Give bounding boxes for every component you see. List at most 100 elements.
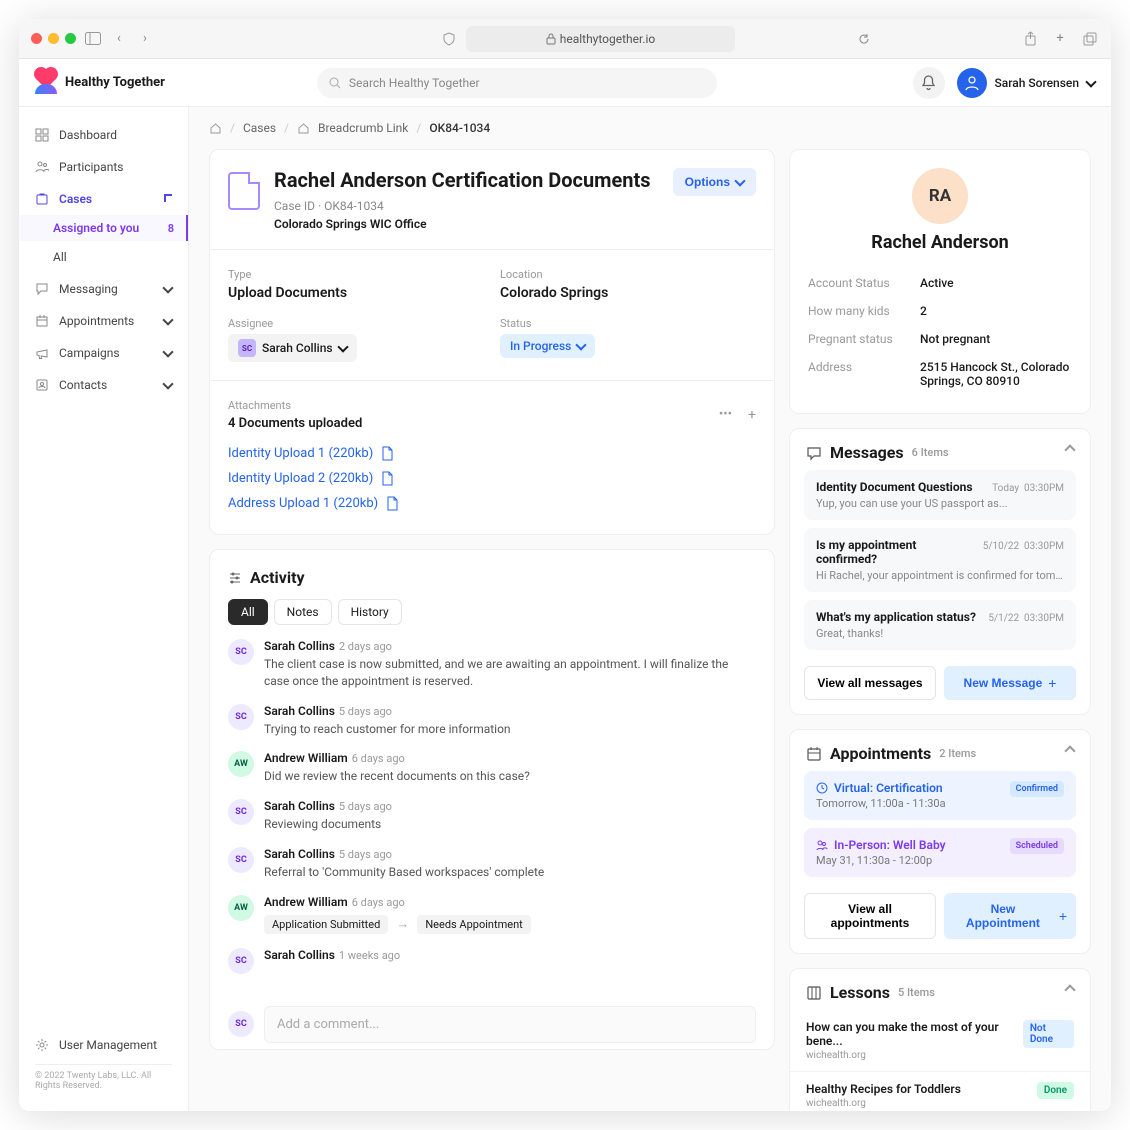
activity-author: Sarah Collins bbox=[264, 799, 335, 813]
reload-icon[interactable] bbox=[858, 33, 870, 45]
view-all-messages-button[interactable]: View all messages bbox=[804, 666, 936, 700]
tab-all[interactable]: All bbox=[228, 599, 268, 625]
user-menu[interactable]: Sarah Sorensen bbox=[957, 68, 1095, 98]
sidebar-item-contacts[interactable]: Contacts bbox=[19, 369, 188, 401]
plus-icon: + bbox=[1048, 675, 1056, 691]
collapse-button[interactable] bbox=[1066, 445, 1074, 460]
attachment-link[interactable]: Identity Upload 1 (220kb) bbox=[228, 441, 756, 466]
activity-avatar: SC bbox=[228, 639, 254, 665]
tab-history[interactable]: History bbox=[338, 599, 402, 625]
new-message-button[interactable]: New Message + bbox=[944, 666, 1076, 700]
sidebar-item-appointments[interactable]: Appointments bbox=[19, 305, 188, 337]
options-button[interactable]: Options bbox=[673, 168, 756, 196]
new-appointment-button[interactable]: New Appointment + bbox=[944, 893, 1076, 939]
back-icon[interactable]: ‹ bbox=[110, 30, 128, 48]
share-icon[interactable] bbox=[1021, 30, 1039, 48]
appointment-type-icon bbox=[816, 839, 828, 851]
sidebar-item-messaging[interactable]: Messaging bbox=[19, 273, 188, 305]
close-window-icon[interactable] bbox=[31, 33, 42, 44]
tabs-icon[interactable] bbox=[1081, 30, 1099, 48]
sidebar-item-cases[interactable]: Cases bbox=[19, 183, 188, 215]
appointment-item[interactable]: Virtual: Certification Tomorrow, 11:00a … bbox=[804, 771, 1076, 820]
comment-input[interactable]: Add a comment... bbox=[264, 1006, 756, 1043]
message-item[interactable]: Is my appointment confirmed? 5/10/22 03:… bbox=[804, 528, 1076, 592]
message-title: What's my application status? bbox=[816, 610, 976, 624]
activity-time: 6 days ago bbox=[352, 752, 405, 765]
main-content: / Cases / Breadcrumb Link / OK84-1034 bbox=[189, 107, 1111, 1111]
dashboard-icon bbox=[35, 128, 49, 142]
appointments-count: 2 Items bbox=[939, 747, 976, 760]
message-date: 5/1/22 03:30PM bbox=[988, 613, 1064, 624]
sidebar-toggle-icon[interactable] bbox=[84, 30, 102, 48]
breadcrumb-link[interactable]: Breadcrumb Link bbox=[318, 121, 408, 135]
breadcrumb: / Cases / Breadcrumb Link / OK84-1034 bbox=[189, 107, 1111, 149]
new-tab-icon[interactable]: + bbox=[1051, 30, 1069, 48]
attachment-link[interactable]: Identity Upload 2 (220kb) bbox=[228, 466, 756, 491]
calendar-icon bbox=[806, 746, 822, 762]
message-item[interactable]: Identity Document Questions Today 03:30P… bbox=[804, 470, 1076, 520]
sidebar-item-user-management[interactable]: User Management bbox=[35, 1032, 172, 1058]
notifications-button[interactable] bbox=[913, 67, 945, 99]
search-placeholder: Search Healthy Together bbox=[349, 76, 480, 90]
sidebar-item-label: Dashboard bbox=[59, 128, 117, 142]
maximize-window-icon[interactable] bbox=[65, 33, 76, 44]
activity-title: Activity bbox=[250, 568, 305, 587]
lesson-title: Healthy Recipes for Toddlers bbox=[806, 1082, 961, 1096]
activity-time: 1 weeks ago bbox=[339, 949, 400, 962]
chevron-down-icon bbox=[162, 346, 173, 357]
info-value: 2515 Hancock St., Colorado Springs, CO 8… bbox=[920, 360, 1072, 388]
home-icon[interactable] bbox=[209, 122, 222, 135]
lesson-item[interactable]: How can you make the most of your bene..… bbox=[790, 1010, 1090, 1072]
message-date: 5/10/22 03:30PM bbox=[983, 541, 1064, 552]
case-id-label: Case ID bbox=[274, 199, 315, 213]
lesson-source: wichealth.org bbox=[806, 1050, 1013, 1061]
message-title: Identity Document Questions bbox=[816, 480, 973, 494]
url-bar[interactable]: healthytogether.io bbox=[466, 26, 736, 52]
status-chip[interactable]: In Progress bbox=[500, 334, 595, 358]
sidebar-item-dashboard[interactable]: Dashboard bbox=[19, 119, 188, 151]
location-label: Location bbox=[500, 268, 756, 281]
profile-avatar: RA bbox=[912, 168, 968, 224]
info-key: Address bbox=[808, 360, 908, 388]
minimize-window-icon[interactable] bbox=[48, 33, 59, 44]
copyright-text: © 2022 Twenty Labs, LLC. All Rights Rese… bbox=[35, 1071, 172, 1091]
forward-icon[interactable]: › bbox=[136, 30, 154, 48]
chevron-down-icon bbox=[162, 314, 173, 325]
appointment-item[interactable]: In-Person: Well Baby May 31, 11:30a - 12… bbox=[804, 828, 1076, 877]
sidebar-subitem-assigned[interactable]: Assigned to you 8 bbox=[19, 215, 188, 241]
appointment-title: In-Person: Well Baby bbox=[816, 838, 946, 852]
profile-card: RA Rachel Anderson Account StatusActiveH… bbox=[789, 149, 1091, 414]
collapse-button[interactable] bbox=[1066, 985, 1074, 1000]
sidebar-subitem-all[interactable]: All bbox=[19, 241, 188, 273]
search-input[interactable]: Search Healthy Together bbox=[317, 68, 717, 98]
activity-icon bbox=[228, 571, 242, 585]
collapse-button[interactable] bbox=[1066, 746, 1074, 761]
appointments-title: Appointments bbox=[830, 744, 931, 763]
message-item[interactable]: What's my application status? 5/1/22 03:… bbox=[804, 600, 1076, 650]
attachment-name: Identity Upload 1 (220kb) bbox=[228, 446, 373, 461]
document-icon bbox=[228, 172, 260, 210]
view-all-appointments-button[interactable]: View all appointments bbox=[804, 893, 936, 939]
activity-body: Referral to 'Community Based workspaces'… bbox=[264, 864, 756, 881]
sidebar-item-campaigns[interactable]: Campaigns bbox=[19, 337, 188, 369]
appointment-status-badge: Confirmed bbox=[1010, 781, 1064, 797]
activity-card: Activity All Notes History SC Sarah Coll… bbox=[209, 549, 775, 1050]
location-value: Colorado Springs bbox=[500, 285, 756, 301]
logo[interactable]: Healthy Together bbox=[35, 72, 165, 94]
more-icon[interactable]: ••• bbox=[719, 407, 732, 423]
traffic-lights bbox=[31, 33, 76, 44]
add-attachment-button[interactable]: + bbox=[748, 407, 756, 423]
lesson-item[interactable]: Healthy Recipes for Toddlers wichealth.o… bbox=[790, 1072, 1090, 1111]
sidebar-item-participants[interactable]: Participants bbox=[19, 151, 188, 183]
attachment-link[interactable]: Address Upload 1 (220kb) bbox=[228, 491, 756, 516]
case-id: OK84-1034 bbox=[324, 199, 384, 213]
activity-time: 6 days ago bbox=[352, 896, 405, 909]
attachment-name: Identity Upload 2 (220kb) bbox=[228, 471, 373, 486]
breadcrumb-cases[interactable]: Cases bbox=[243, 121, 276, 135]
breadcrumb-current: OK84-1034 bbox=[429, 121, 490, 135]
tab-notes[interactable]: Notes bbox=[274, 599, 332, 625]
shield-icon[interactable] bbox=[440, 30, 458, 48]
assignee-chip[interactable]: SC Sarah Collins bbox=[228, 334, 357, 362]
activity-item: AW Andrew William6 days ago Did we revie… bbox=[228, 751, 756, 785]
lessons-card: Lessons 5 Items How can you make the mos… bbox=[789, 968, 1091, 1111]
